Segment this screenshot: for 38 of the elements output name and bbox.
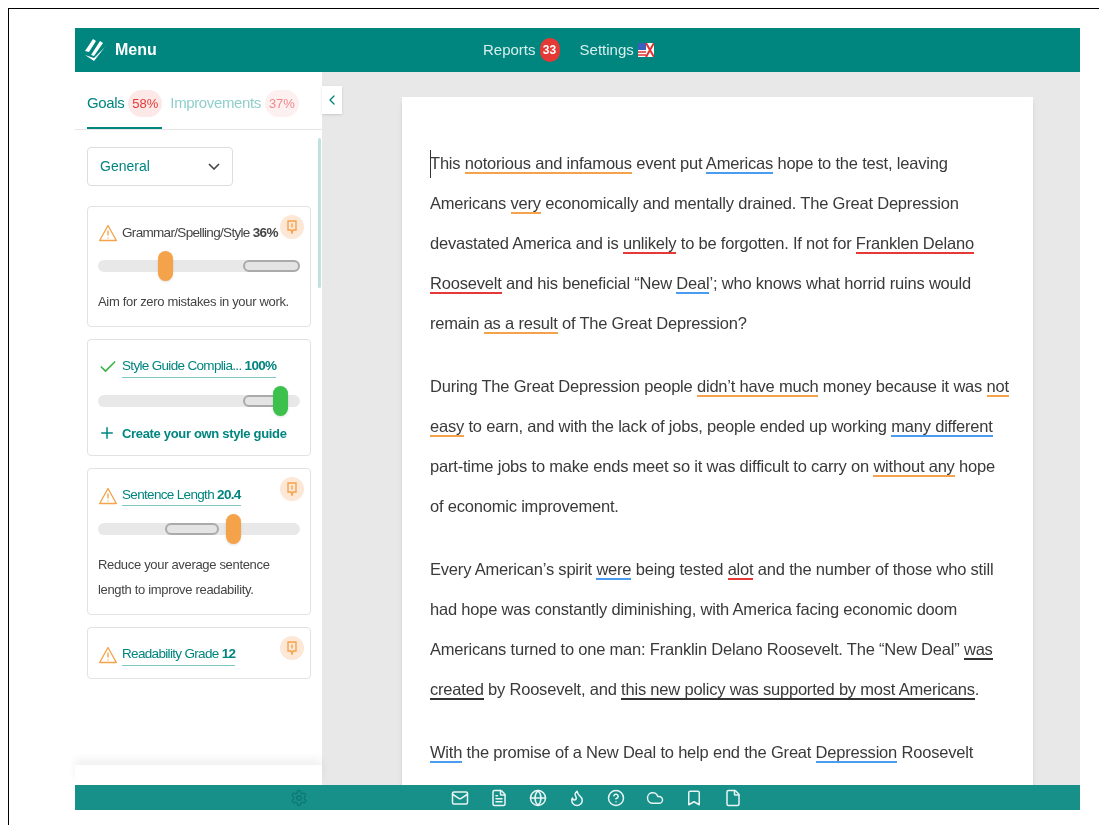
collapse-button[interactable] [322,86,342,114]
goal-slider[interactable] [98,514,300,545]
text-cursor [430,150,431,178]
document-paragraph[interactable]: With the promise of a New Deal to help end the Great Depression Roosevelt [430,732,1009,772]
scrollbar[interactable] [318,138,321,288]
goal-description: Reduce your average sentence length to improve readability. [98,556,271,600]
document-icon[interactable] [490,788,508,807]
goal-slider[interactable] [98,385,300,416]
file-icon[interactable] [724,788,742,807]
settings-button[interactable]: Settings [579,38,634,62]
flame-icon[interactable] [568,788,586,807]
slider-thumb[interactable] [157,251,173,282]
goal-description: Aim for zero mistakes in your work. [98,293,290,312]
globe-icon[interactable] [529,788,547,807]
goal-title: Grammar/Spelling/Style 36% [122,224,278,242]
goal-title[interactable]: Readability Grade 12 [122,644,236,666]
goal-title[interactable]: Sentence Length 20.4 [122,485,241,507]
info-icon[interactable] [280,215,304,239]
document-paragraph[interactable]: Every American’s spirit were being tested alot and the number of those who still had hope was constantly diminishing, with America facing economic doom Americans turned to one man: Franklin Delano Roosevelt. The “New Deal” was created by Roosevelt, and this new policy was supported by most Americans. [430,549,1009,709]
bookmark-icon[interactable] [685,788,703,807]
info-icon[interactable] [280,636,304,661]
menu-button[interactable]: Menu [115,38,157,62]
flag-icon[interactable] [637,43,654,57]
category-dropdown[interactable]: General [87,147,233,186]
document-paragraph[interactable]: During The Great Depression people didn’t have much money because it was not easy to earn, and with the lack of jobs, people ended up working many different part-time jobs to make ends meet so it was difficult to carry on without any hope of economic improvement. [430,366,1009,526]
reports-button[interactable]: Reports 33 [483,38,560,62]
document-paragraph[interactable]: This notorious and infamous event put Americas hope to the test, leaving Americans very economically and mentally drained. The Great Depression devastated America and is unlikely to be forgotten. If not for Franklen Delano Roosevelt and his beneficial “New Deal’; who knows what horrid ruins would remain as a result of The Great Depression? [430,143,1009,343]
sidebar-tab[interactable]: Goals 58% [87,89,163,129]
info-icon[interactable] [280,477,304,501]
goal-slider[interactable] [98,251,300,282]
mail-icon[interactable] [451,788,469,807]
slider-thumb[interactable] [272,385,288,416]
help-icon[interactable] [607,788,625,807]
reports-count-badge: 33 [539,38,560,62]
goal-title[interactable]: Style Guide Complia... 100% [122,356,277,378]
slider-thumb[interactable] [226,514,242,545]
create-style-guide-link[interactable]: Create your own style guide [98,423,287,443]
chevron-down-icon [208,163,220,170]
